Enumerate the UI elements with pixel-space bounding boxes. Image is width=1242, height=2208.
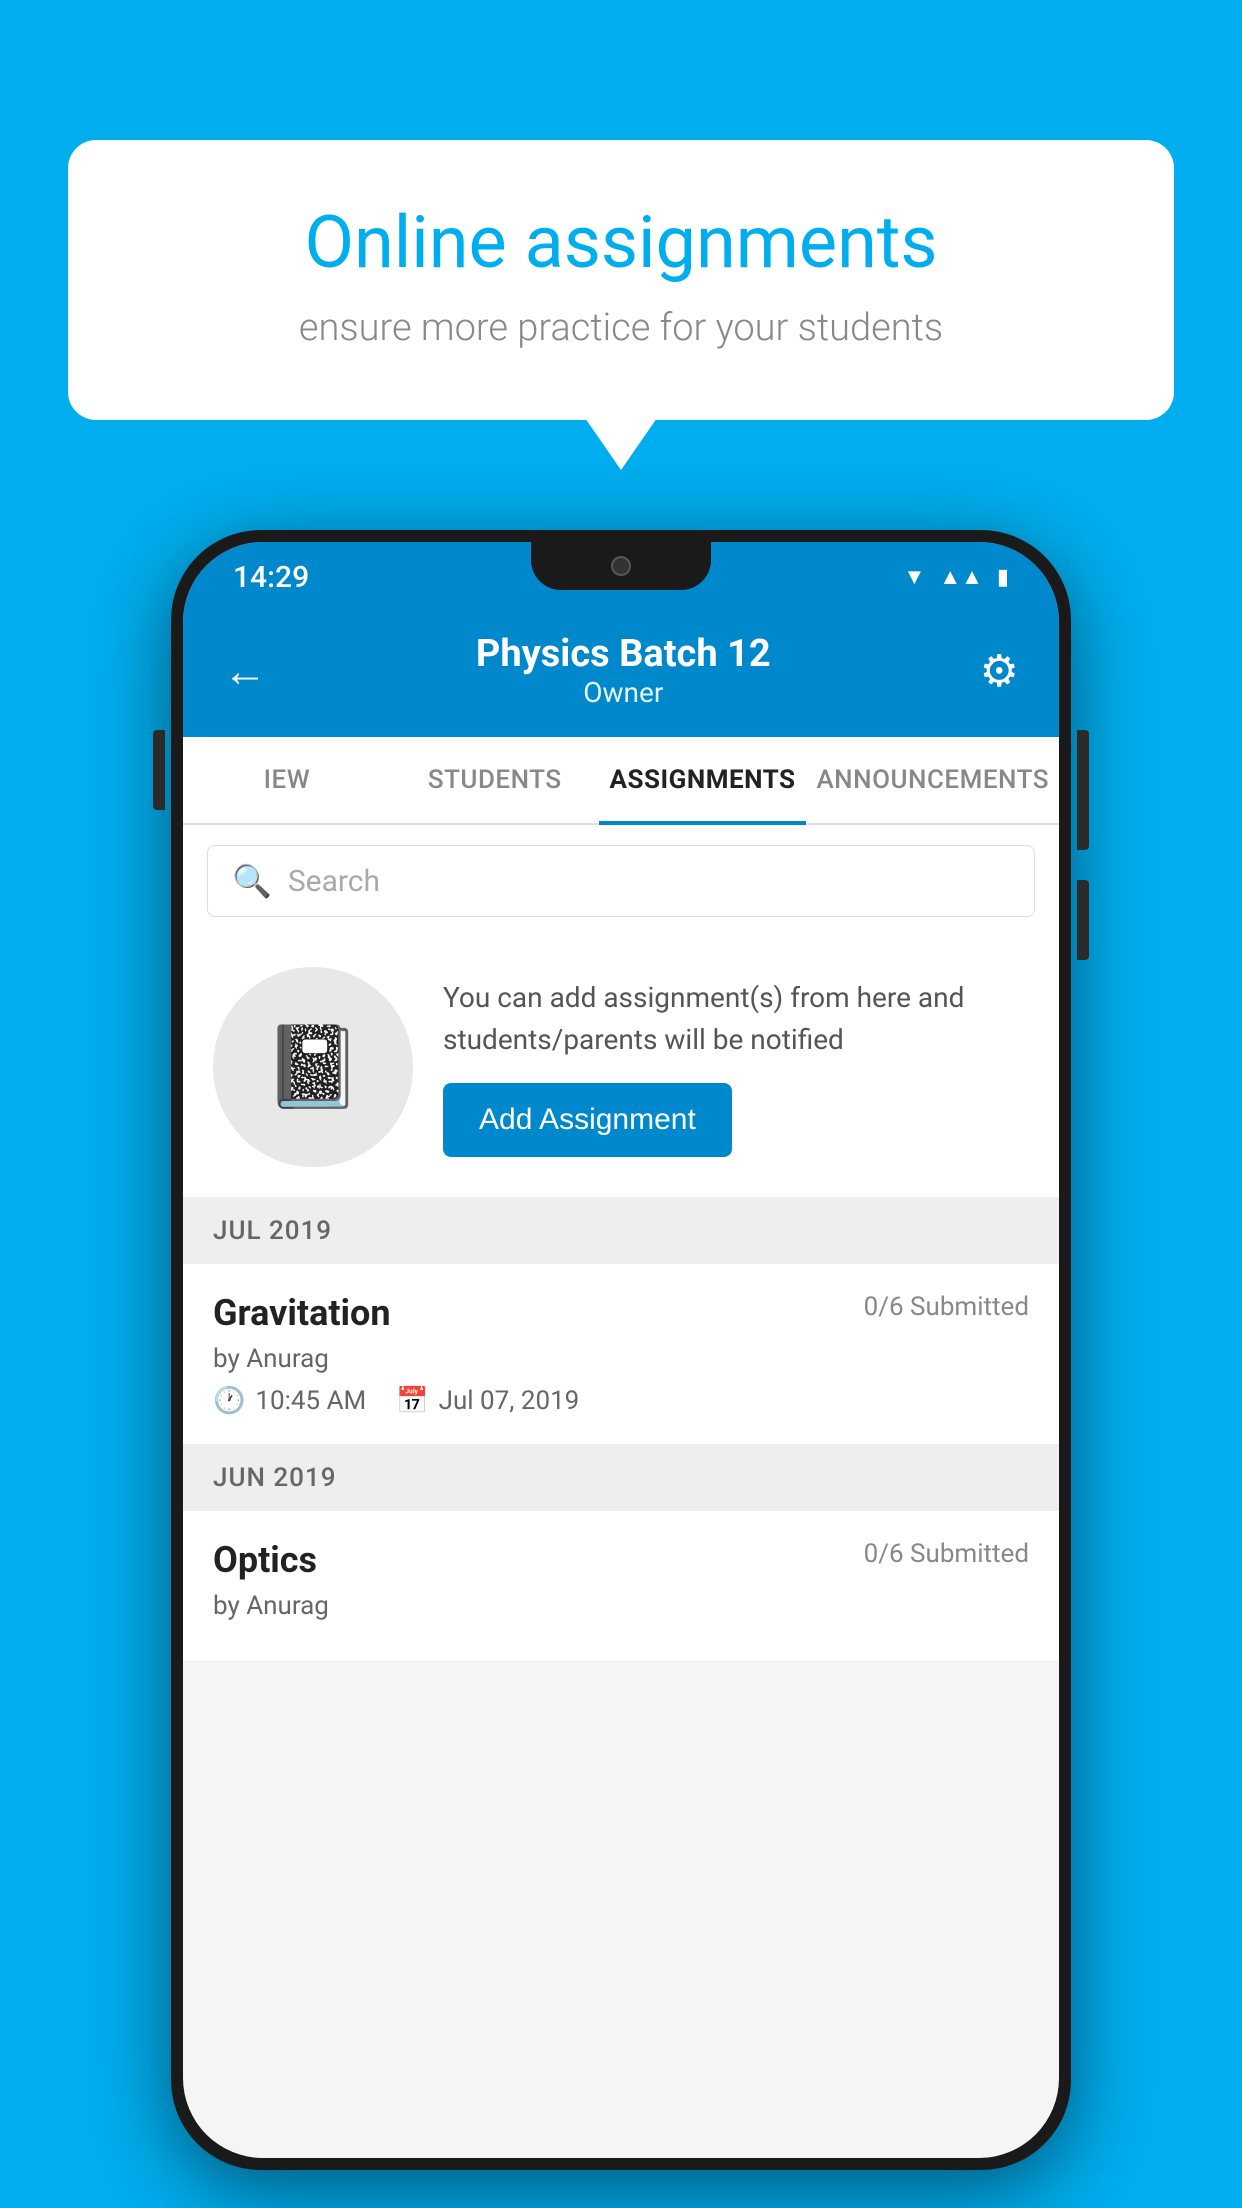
phone-notch	[531, 542, 711, 590]
phone-power-button	[1077, 730, 1089, 850]
bubble-subtitle: ensure more practice for your students	[148, 306, 1094, 350]
tab-iew[interactable]: IEW	[183, 737, 391, 823]
calendar-icon: 📅	[396, 1386, 428, 1416]
tab-assignments[interactable]: ASSIGNMENTS	[599, 737, 807, 823]
add-assignment-button[interactable]: Add Assignment	[443, 1083, 732, 1157]
speech-bubble-area: Online assignments ensure more practice …	[68, 140, 1174, 420]
assignment-submitted-optics: 0/6 Submitted	[864, 1539, 1029, 1569]
front-camera	[611, 556, 631, 576]
assignment-item-optics[interactable]: Optics 0/6 Submitted by Anurag	[183, 1511, 1059, 1662]
promo-content: You can add assignment(s) from here and …	[443, 977, 1029, 1157]
assignment-top: Gravitation 0/6 Submitted	[213, 1292, 1029, 1334]
app-header: ← Physics Batch 12 Owner ⚙	[183, 612, 1059, 737]
tab-announcements[interactable]: ANNOUNCEMENTS	[806, 737, 1059, 823]
status-icons: ▼ ▲▲ ▮	[904, 564, 1009, 590]
battery-icon: ▮	[997, 565, 1009, 590]
status-time: 14:29	[233, 560, 309, 595]
search-placeholder: Search	[288, 864, 380, 899]
clock-icon: 🕐	[213, 1386, 245, 1416]
header-center: Physics Batch 12 Owner	[267, 632, 980, 709]
assignment-by-optics: by Anurag	[213, 1591, 1029, 1621]
header-subtitle: Owner	[267, 676, 980, 709]
assignment-time: 🕐 10:45 AM	[213, 1386, 366, 1416]
promo-icon-circle: 📓	[213, 967, 413, 1167]
month-header-jul: JUL 2019	[183, 1198, 1059, 1264]
assignment-submitted: 0/6 Submitted	[864, 1292, 1029, 1322]
signal-icon: ▲▲	[939, 564, 983, 590]
phone-device: 14:29 ▼ ▲▲ ▮ ← Physics Batch 12 Owner ⚙ …	[171, 530, 1071, 2170]
promo-section: 📓 You can add assignment(s) from here an…	[183, 937, 1059, 1198]
phone-screen: 14:29 ▼ ▲▲ ▮ ← Physics Batch 12 Owner ⚙ …	[183, 542, 1059, 2158]
assignment-meta: 🕐 10:45 AM 📅 Jul 07, 2019	[213, 1386, 1029, 1416]
tab-students[interactable]: STUDENTS	[391, 737, 599, 823]
search-container: 🔍 Search	[183, 825, 1059, 937]
assignment-top-optics: Optics 0/6 Submitted	[213, 1539, 1029, 1581]
wifi-icon: ▼	[904, 564, 926, 590]
assignment-date: 📅 Jul 07, 2019	[396, 1386, 579, 1416]
settings-button[interactable]: ⚙	[980, 645, 1019, 697]
phone-volume-button	[153, 730, 165, 810]
assignment-by: by Anurag	[213, 1344, 1029, 1374]
assignment-name: Gravitation	[213, 1292, 391, 1334]
promo-text: You can add assignment(s) from here and …	[443, 977, 1029, 1061]
phone-power-button-2	[1077, 880, 1089, 960]
search-bar[interactable]: 🔍 Search	[207, 845, 1035, 917]
notebook-icon: 📓	[263, 1020, 363, 1114]
month-header-jun: JUN 2019	[183, 1445, 1059, 1511]
bubble-title: Online assignments	[148, 200, 1094, 286]
search-icon: 🔍	[232, 862, 272, 900]
speech-bubble: Online assignments ensure more practice …	[68, 140, 1174, 420]
tabs-bar: IEW STUDENTS ASSIGNMENTS ANNOUNCEMENTS	[183, 737, 1059, 825]
back-button[interactable]: ←	[223, 645, 267, 697]
assignment-item-gravitation[interactable]: Gravitation 0/6 Submitted by Anurag 🕐 10…	[183, 1264, 1059, 1445]
assignment-name-optics: Optics	[213, 1539, 317, 1581]
header-title: Physics Batch 12	[267, 632, 980, 676]
